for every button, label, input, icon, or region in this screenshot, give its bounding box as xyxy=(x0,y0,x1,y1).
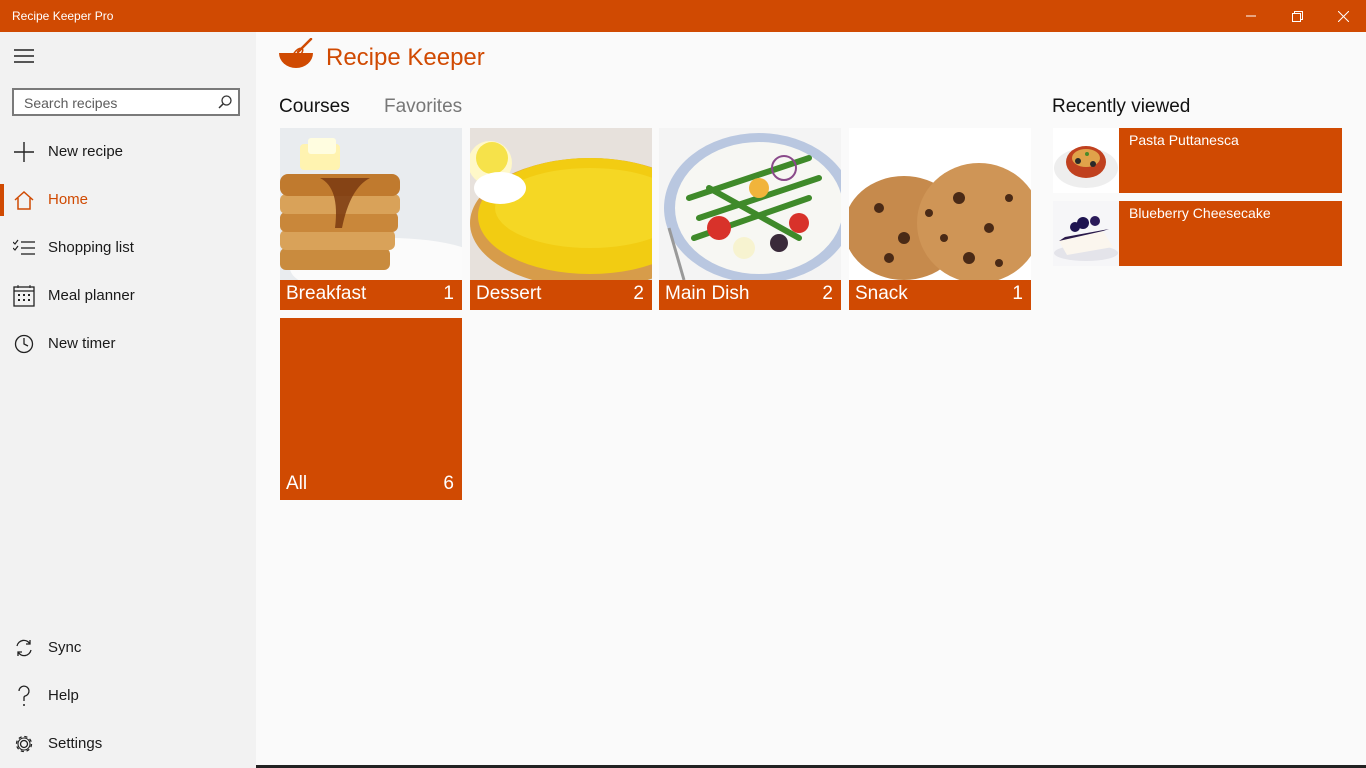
sidebar-item-label: Shopping list xyxy=(48,239,134,256)
list-icon xyxy=(12,236,36,260)
help-icon xyxy=(12,684,36,708)
breakfast-image xyxy=(280,128,462,280)
course-label: Dessert xyxy=(476,283,542,304)
close-button[interactable] xyxy=(1320,0,1366,32)
sidebar-item-new-recipe[interactable]: New recipe xyxy=(0,128,256,176)
course-count: 6 xyxy=(443,473,454,494)
plus-icon xyxy=(12,140,36,164)
sidebar-item-help[interactable]: Help xyxy=(0,672,256,720)
course-label: All xyxy=(286,473,308,494)
recent-item-pasta-puttanesca[interactable]: Pasta Puttanesca xyxy=(1053,128,1342,193)
course-tile-dessert[interactable]: Dessert 2 xyxy=(470,128,652,310)
sidebar-item-label: New timer xyxy=(48,335,116,352)
course-tile-snack[interactable]: Snack 1 xyxy=(849,128,1031,310)
sidebar-item-sync[interactable]: Sync xyxy=(0,624,256,672)
course-tile-all[interactable]: All 6 xyxy=(280,318,462,500)
course-label: Breakfast xyxy=(286,283,367,304)
tab-courses[interactable]: Courses xyxy=(279,96,350,118)
clock-icon xyxy=(12,332,36,356)
sidebar-item-home[interactable]: Home xyxy=(0,176,256,224)
title-bar: Recipe Keeper Pro xyxy=(0,0,1366,32)
course-count: 1 xyxy=(1012,283,1023,304)
sidebar-item-meal-planner[interactable]: Meal planner xyxy=(0,272,256,320)
main-dish-image xyxy=(659,128,841,280)
app-heading: Recipe Keeper xyxy=(326,44,485,71)
gear-icon xyxy=(12,732,36,756)
sidebar-item-label: Settings xyxy=(48,735,103,752)
sidebar-item-label: Meal planner xyxy=(48,287,135,304)
search-placeholder: Search recipes xyxy=(24,95,118,111)
app-logo-icon xyxy=(279,38,313,68)
minimize-icon xyxy=(1246,15,1256,17)
course-label: Snack xyxy=(855,283,908,304)
home-icon xyxy=(12,188,36,212)
sync-icon xyxy=(12,636,36,660)
sidebar-item-new-timer[interactable]: New timer xyxy=(0,320,256,368)
menu-button[interactable] xyxy=(10,44,38,68)
recent-item-blueberry-cheesecake[interactable]: Blueberry Cheesecake xyxy=(1053,201,1342,266)
recently-viewed-heading: Recently viewed xyxy=(1052,96,1191,117)
recent-item-label: Blueberry Cheesecake xyxy=(1129,205,1271,221)
course-tile-main-dish[interactable]: Main Dish 2 xyxy=(659,128,841,310)
dessert-image xyxy=(470,128,652,280)
restore-button[interactable] xyxy=(1274,0,1320,32)
pasta-thumbnail xyxy=(1053,128,1119,193)
sidebar-item-label: Help xyxy=(48,687,79,704)
sidebar-item-label: Home xyxy=(48,191,89,208)
sidebar-item-label: New recipe xyxy=(48,143,124,160)
restore-icon xyxy=(1291,10,1303,22)
tab-favorites[interactable]: Favorites xyxy=(384,96,462,118)
search-icon[interactable] xyxy=(218,95,232,109)
course-count: 2 xyxy=(633,283,644,304)
course-count: 1 xyxy=(443,283,454,304)
minimize-button[interactable] xyxy=(1228,0,1274,32)
search-input[interactable]: Search recipes xyxy=(12,88,240,116)
cheesecake-thumbnail xyxy=(1053,201,1119,266)
sidebar-item-shopping-list[interactable]: Shopping list xyxy=(0,224,256,272)
sidebar-item-settings[interactable]: Settings xyxy=(0,720,256,768)
sidebar: Search recipes New recipe Home Shopping xyxy=(0,32,256,768)
course-label: Main Dish xyxy=(665,283,750,304)
close-icon xyxy=(1337,10,1349,22)
snack-image xyxy=(849,128,1031,280)
recent-item-label: Pasta Puttanesca xyxy=(1129,132,1239,148)
window-title: Recipe Keeper Pro xyxy=(12,9,114,23)
hamburger-icon xyxy=(14,49,34,63)
course-tile-breakfast[interactable]: Breakfast 1 xyxy=(280,128,462,310)
calendar-icon xyxy=(12,284,36,308)
course-count: 2 xyxy=(822,283,833,304)
sidebar-item-label: Sync xyxy=(48,639,82,656)
